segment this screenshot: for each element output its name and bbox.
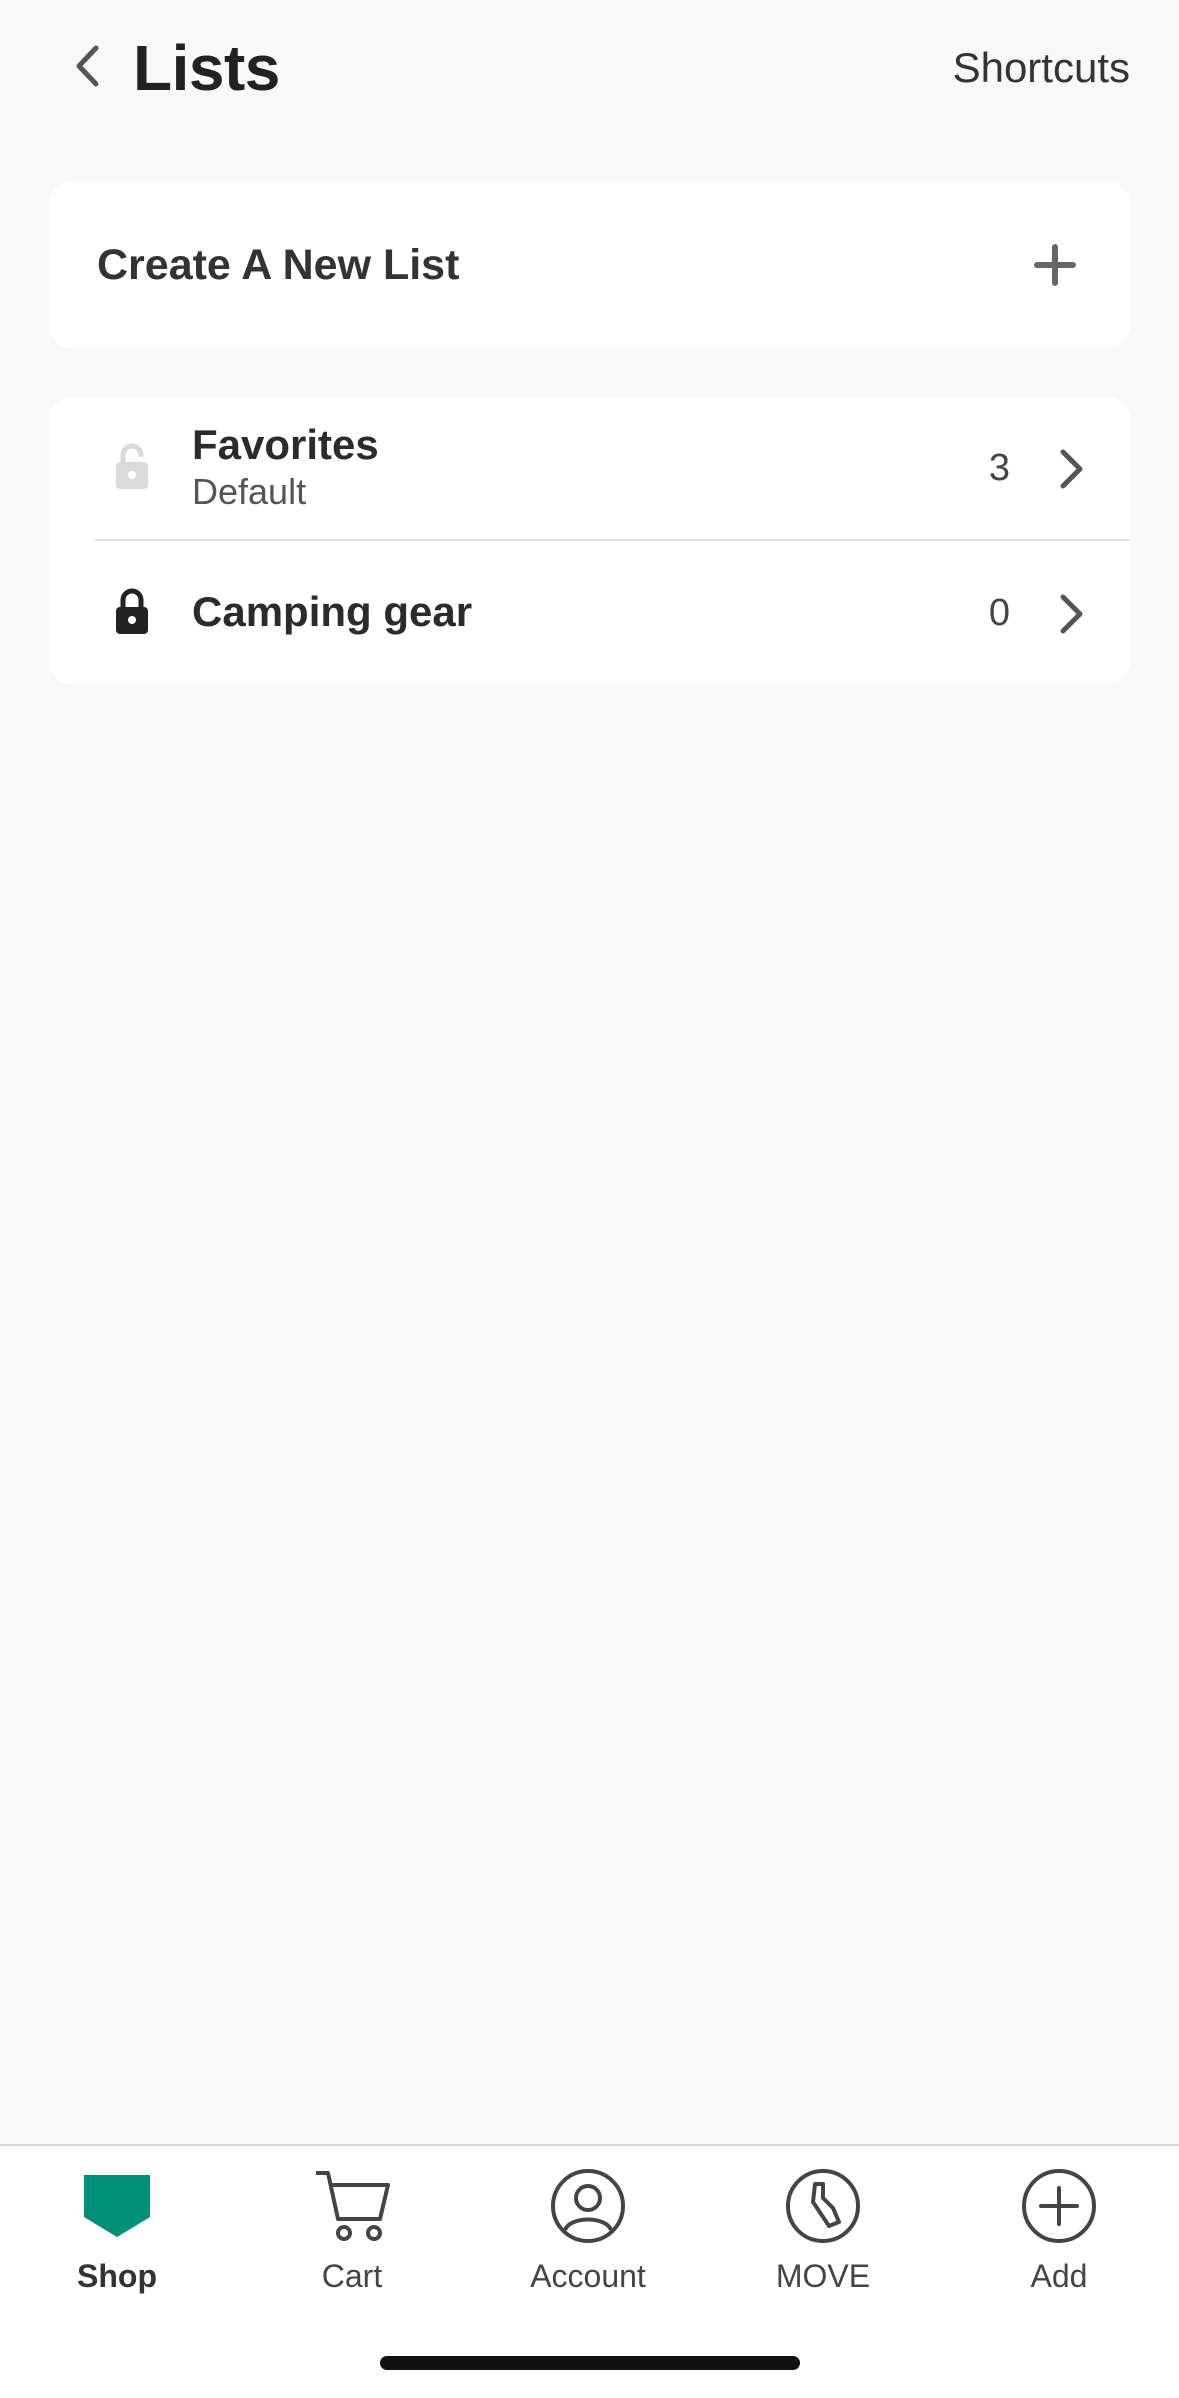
create-list-label: Create A New List	[97, 241, 460, 289]
tab-label: Add	[1030, 2258, 1088, 2294]
add-circle-icon	[1022, 2169, 1096, 2243]
shortcuts-button[interactable]: Shortcuts	[953, 40, 1130, 96]
list-name: Camping gear	[192, 588, 473, 635]
tab-label: MOVE	[775, 2258, 871, 2294]
account-icon	[551, 2169, 625, 2243]
list-item[interactable]: Favorites Default 3	[49, 397, 1130, 541]
plus-icon	[1034, 244, 1076, 286]
tab-move[interactable]: MOVE	[733, 2166, 913, 2296]
home-indicator[interactable]	[380, 2356, 800, 2370]
list-item[interactable]: Camping gear 0	[49, 540, 1130, 684]
tab-label: Account	[530, 2258, 646, 2294]
shop-icon	[84, 2175, 150, 2237]
tab-label: Shop	[77, 2258, 157, 2294]
page-title: Lists	[133, 32, 280, 104]
list-count: 3	[988, 447, 1010, 489]
list-subtitle: Default	[192, 471, 307, 512]
chevron-right-icon	[1060, 449, 1083, 489]
unlocked-icon	[116, 443, 148, 489]
tab-label: Cart	[321, 2258, 383, 2294]
tab-add[interactable]: Add	[969, 2166, 1149, 2296]
back-button[interactable]	[62, 38, 112, 94]
chevron-left-icon	[76, 45, 99, 87]
cart-icon	[316, 2171, 390, 2241]
tab-shop[interactable]: Shop	[27, 2166, 207, 2296]
lists-card: Favorites Default 3 Camping gear 0	[49, 397, 1130, 684]
list-count: 0	[988, 592, 1010, 634]
lock-icon	[116, 588, 148, 634]
tab-cart[interactable]: Cart	[262, 2166, 442, 2296]
tab-account[interactable]: Account	[498, 2166, 678, 2296]
create-list-button[interactable]: Create A New List	[49, 182, 1130, 348]
chevron-right-icon	[1060, 594, 1083, 634]
list-name: Favorites	[192, 421, 379, 468]
move-icon	[786, 2169, 860, 2243]
header: Lists Shortcuts	[0, 0, 1179, 140]
